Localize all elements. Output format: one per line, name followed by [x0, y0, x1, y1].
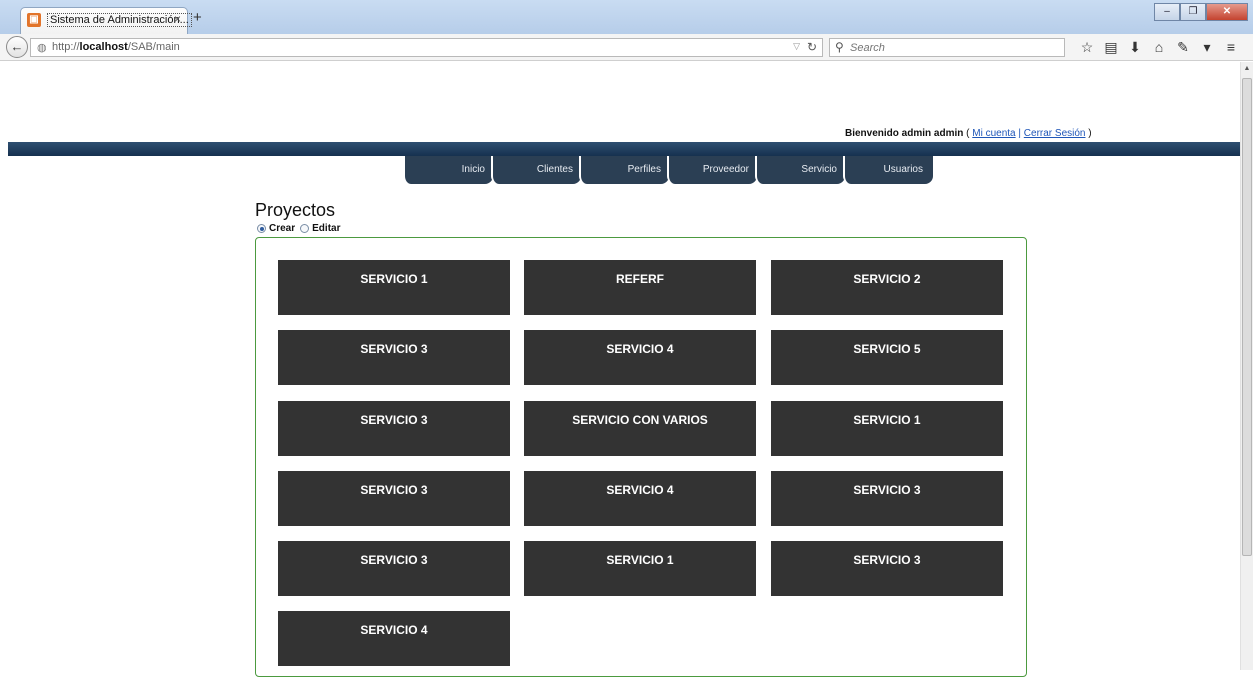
download-icon[interactable]: ⬇ — [1123, 38, 1147, 57]
service-tile[interactable]: SERVICIO 4 — [278, 611, 510, 666]
services-panel: SERVICIO 1 REFERF SERVICIO 2 SERVICIO 3 … — [255, 237, 1027, 677]
service-tile[interactable]: SERVICIO 2 — [771, 260, 1003, 315]
extension-dropdown-icon[interactable]: ▾ — [1195, 38, 1219, 57]
browser-tab[interactable]: ▣ Sistema de Administración... × — [20, 7, 192, 34]
close-tab-icon[interactable]: × — [174, 12, 181, 26]
bookmark-star-icon[interactable]: ☆ — [1075, 38, 1099, 57]
service-tile[interactable]: REFERF — [524, 260, 756, 315]
service-tile[interactable]: SERVICIO 1 — [524, 541, 756, 596]
radio-crear[interactable] — [257, 224, 266, 233]
paren-open: ( — [966, 128, 970, 139]
radio-editar[interactable] — [300, 224, 310, 233]
service-tile[interactable]: SERVICIO 3 — [278, 471, 510, 526]
service-tile[interactable]: SERVICIO 3 — [278, 541, 510, 596]
service-tile[interactable]: SERVICIO 5 — [771, 330, 1003, 385]
favicon-icon: ▣ — [27, 13, 41, 27]
reading-list-icon[interactable]: ▤ — [1099, 38, 1123, 57]
service-tile[interactable]: SERVICIO 1 — [771, 401, 1003, 456]
menu-tab-perfiles[interactable]: Perfiles — [579, 156, 669, 184]
paren-close: ) — [1088, 128, 1092, 139]
mode-selector: Crear Editar — [257, 223, 345, 234]
service-tile[interactable]: SERVICIO 4 — [524, 471, 756, 526]
browser-toolbar: ☆ ▤ ⬇ ⌂ ✎ ▾ ≡ — [1075, 38, 1243, 57]
browser-navbar: ← ◍ http://localhost/SAB/main ▽ ↻ ⚲ ☆ ▤ … — [0, 34, 1253, 61]
welcome-text: Bienvenido admin admin — [845, 128, 964, 139]
logout-link[interactable]: Cerrar Sesión — [1024, 128, 1086, 139]
scroll-up-icon[interactable]: ▲ — [1241, 62, 1253, 76]
service-tile[interactable]: SERVICIO 1 — [278, 260, 510, 315]
menu-tab-proveedor[interactable]: Proveedor — [667, 156, 757, 184]
radio-editar-label[interactable]: Editar — [312, 223, 340, 234]
globe-icon: ◍ — [37, 42, 47, 54]
new-tab-button[interactable]: + — [193, 9, 202, 26]
menu-tab-servicio[interactable]: Servicio — [755, 156, 845, 184]
back-arrow-icon[interactable]: ← — [6, 36, 28, 58]
search-icon: ⚲ — [835, 40, 844, 54]
reload-icon[interactable]: ↻ — [807, 40, 817, 54]
welcome-bar: Bienvenido admin admin ( Mi cuenta | Cer… — [845, 128, 1092, 139]
service-tile[interactable]: SERVICIO CON VARIOS — [524, 401, 756, 456]
link-separator: | — [1018, 128, 1022, 139]
menu-tab-clientes[interactable]: Clientes — [491, 156, 581, 184]
minimize-icon[interactable]: – — [1154, 3, 1180, 21]
dropdown-arrow-icon[interactable]: ▽ — [793, 41, 800, 52]
extension-icon[interactable]: ✎ — [1171, 38, 1195, 57]
service-tile[interactable]: SERVICIO 3 — [278, 330, 510, 385]
tab-title: Sistema de Administración... — [47, 13, 192, 27]
header-banner — [8, 142, 1240, 156]
service-tile[interactable]: SERVICIO 3 — [278, 401, 510, 456]
page-scrollbar[interactable]: ▲ — [1240, 62, 1253, 670]
close-window-icon[interactable]: ✕ — [1206, 3, 1248, 21]
restore-icon[interactable]: ❐ — [1180, 3, 1206, 21]
search-input[interactable] — [850, 40, 1060, 55]
menu-tab-usuarios[interactable]: Usuarios — [843, 156, 933, 184]
my-account-link[interactable]: Mi cuenta — [972, 128, 1015, 139]
service-tile[interactable]: SERVICIO 3 — [771, 541, 1003, 596]
radio-crear-label[interactable]: Crear — [269, 223, 295, 234]
menu-tab-inicio[interactable]: Inicio — [403, 156, 493, 184]
home-icon[interactable]: ⌂ — [1147, 38, 1171, 57]
scroll-thumb[interactable] — [1242, 78, 1252, 556]
service-tile[interactable]: SERVICIO 3 — [771, 471, 1003, 526]
url-bar[interactable]: ◍ http://localhost/SAB/main ▽ ↻ — [30, 38, 823, 57]
menu-hamburger-icon[interactable]: ≡ — [1219, 38, 1243, 57]
page-title: Proyectos — [255, 200, 336, 220]
search-bar: ⚲ — [829, 38, 1065, 57]
url-text: http://localhost/SAB/main — [52, 41, 180, 53]
browser-titlebar: ▣ Sistema de Administración... × + – ❐ ✕ — [0, 0, 1253, 34]
web-page: Bienvenido admin admin ( Mi cuenta | Cer… — [0, 62, 1240, 677]
service-tile[interactable]: SERVICIO 4 — [524, 330, 756, 385]
window-controls: – ❐ ✕ — [1154, 3, 1248, 21]
